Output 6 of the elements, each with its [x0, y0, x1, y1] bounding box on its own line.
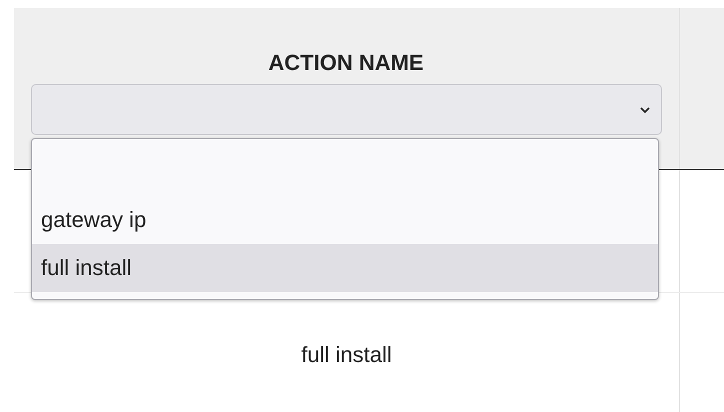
column-header: ACTION NAME	[267, 50, 425, 76]
dropdown-option[interactable]: full install	[32, 244, 658, 292]
filter-dropdown[interactable]	[31, 84, 662, 135]
chevron-down-icon	[639, 106, 651, 114]
table-cell: full install	[301, 342, 392, 368]
dropdown-option[interactable]: gateway ip	[32, 196, 658, 244]
